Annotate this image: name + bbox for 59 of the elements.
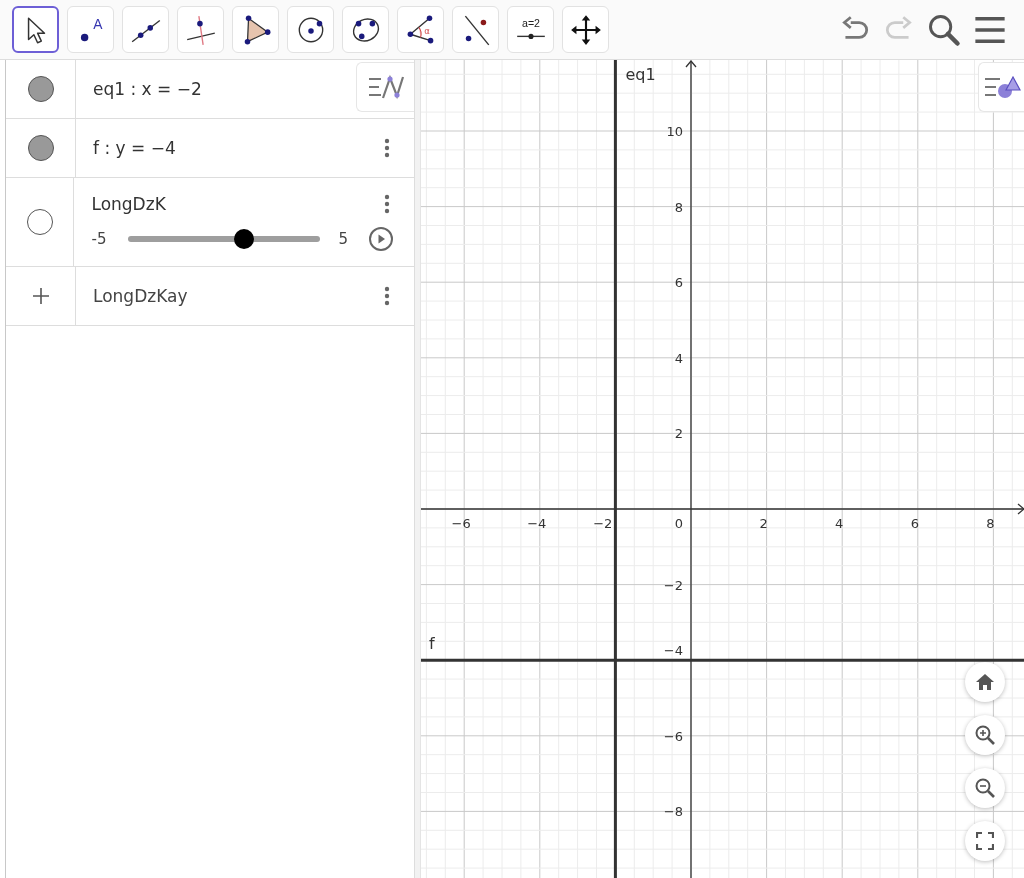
zoom-out-button[interactable]: [965, 768, 1005, 808]
visibility-toggle[interactable]: [26, 209, 53, 235]
line-label: eq1: [625, 65, 656, 84]
more-icon: [384, 138, 390, 158]
zoom-in-button[interactable]: [965, 715, 1005, 755]
y-tick-label: 6: [674, 275, 683, 291]
play-button[interactable]: [368, 226, 394, 252]
y-tick-label: −2: [663, 577, 683, 593]
home-icon: [975, 672, 995, 692]
slider-max-label: 5: [338, 230, 348, 248]
y-tick-label: 2: [674, 426, 683, 442]
y-tick-label: 4: [674, 350, 683, 366]
y-tick-label: 10: [666, 124, 683, 139]
horizontal-line[interactable]: [421, 658, 1024, 662]
conic-tool-button[interactable]: [342, 6, 389, 53]
perpendicular-tool-button[interactable]: [177, 6, 224, 53]
fullscreen-button[interactable]: [965, 821, 1005, 861]
x-tick-label: 4: [835, 516, 844, 531]
algebra-entry: f : y = −4: [93, 138, 176, 158]
vertical-line[interactable]: [613, 60, 617, 878]
fullscreen-icon: [976, 832, 994, 850]
x-tick-label: 6: [910, 516, 919, 531]
algebra-entry: LongDzK: [91, 194, 166, 214]
more-icon: [384, 286, 390, 306]
more-icon: [384, 194, 390, 214]
x-tick-label: 8: [986, 516, 995, 531]
play-icon: [368, 226, 394, 252]
zoom-in-icon: [974, 724, 996, 746]
visibility-toggle[interactable]: [27, 76, 54, 102]
angle-tool-button[interactable]: α: [397, 6, 444, 53]
x-tick-label: −4: [527, 516, 547, 531]
move-tool-button[interactable]: [12, 6, 59, 53]
x-tick-label: −6: [451, 516, 471, 531]
add-icon: [30, 286, 51, 306]
origin-label: 0: [674, 516, 684, 531]
algebra-entry: eq1 : x = −2: [93, 79, 202, 99]
circle-tool-button[interactable]: [287, 6, 334, 53]
line-label: f: [429, 634, 435, 654]
input-field[interactable]: LongDzKay: [93, 286, 293, 306]
x-tick-label: −2: [593, 516, 613, 531]
home-button[interactable]: [965, 662, 1005, 702]
visibility-toggle[interactable]: [27, 135, 54, 161]
reflect-tool-button[interactable]: [452, 6, 499, 53]
polygon-tool-button[interactable]: [232, 6, 279, 53]
algebra-style-button[interactable]: [356, 62, 414, 112]
point-tool-button[interactable]: A: [67, 6, 114, 53]
slider-thumb[interactable]: [233, 229, 254, 249]
x-tick-label: 2: [759, 516, 768, 531]
y-tick-label: −6: [663, 728, 683, 744]
line-tool-button[interactable]: [122, 6, 169, 53]
zoom-out-icon: [974, 777, 996, 799]
slider-min-label: -5: [91, 230, 107, 248]
move-view-tool-button[interactable]: [562, 6, 609, 53]
y-tick-label: 8: [674, 199, 683, 215]
y-tick-label: −8: [663, 804, 683, 820]
slider-tool-button[interactable]: a=2: [507, 6, 554, 53]
graphics-style-button[interactable]: [978, 62, 1024, 112]
slider[interactable]: [128, 229, 321, 249]
y-tick-label: −4: [663, 643, 683, 659]
